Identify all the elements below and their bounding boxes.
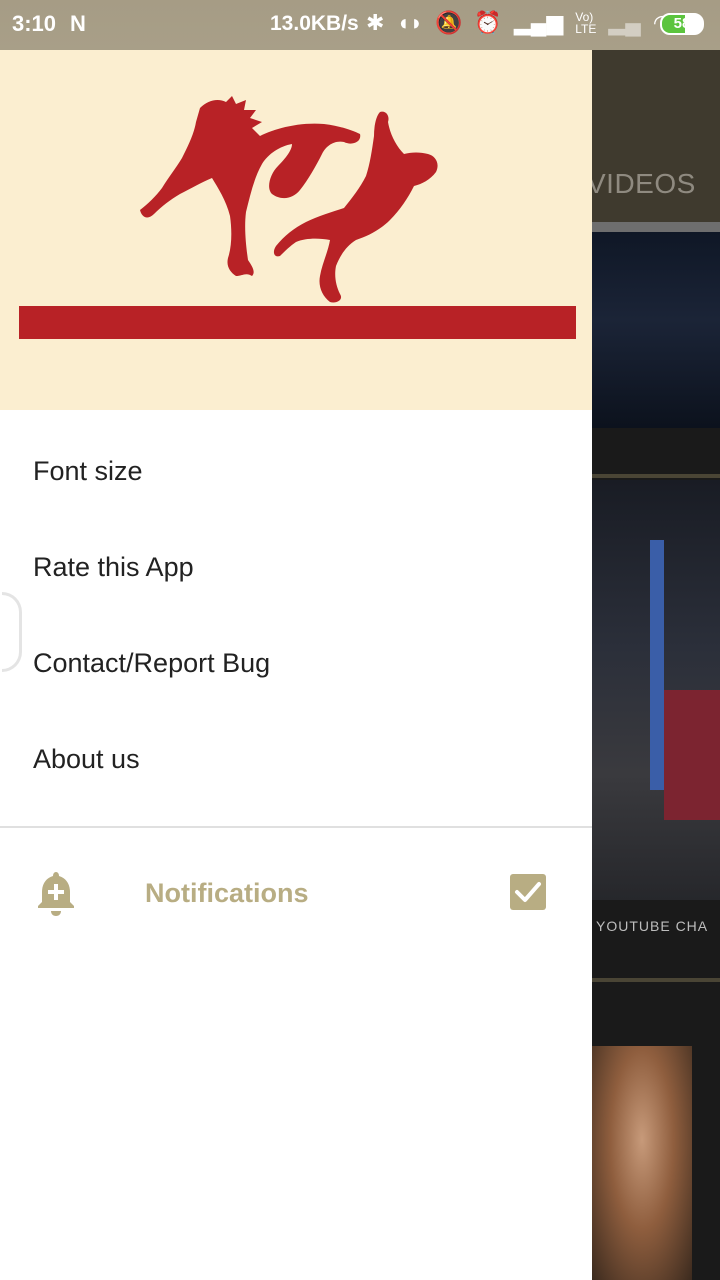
bell-add-icon — [38, 872, 74, 916]
notifications-checkbox[interactable] — [510, 874, 546, 910]
menu-item-contact-report-bug[interactable]: Contact/Report Bug — [0, 620, 592, 710]
list-divider — [592, 474, 720, 478]
ring-rope-image — [664, 690, 720, 820]
menu-item-label: Rate this App — [33, 552, 194, 582]
tab-indicator — [592, 222, 720, 232]
edge-swipe-handle[interactable] — [2, 592, 22, 672]
drawer-divider — [0, 826, 592, 828]
menu-item-label: About us — [33, 744, 140, 774]
ring-post-image — [650, 540, 664, 790]
signal-icon: ▂▄▆ — [513, 10, 564, 35]
drawer-header — [0, 50, 592, 410]
volte-icon: Vo) LTE — [575, 10, 597, 36]
signal2-icon: ▂▄ — [608, 10, 641, 35]
channel-caption: YOUTUBE CHA — [596, 918, 709, 934]
notifications-row[interactable]: Notifications — [0, 850, 592, 940]
battery-icon: 58 — [660, 13, 704, 35]
status-time: 3:10 — [12, 11, 57, 36]
menu-item-about-us[interactable]: About us — [0, 716, 592, 806]
tab-videos[interactable]: VIDEOS — [587, 168, 696, 200]
navigation-drawer: Font size Rate this App Contact/Report B… — [0, 50, 592, 1280]
status-icons: ✱ ◖◗ 🔕 ⏰ ▂▄▆ Vo)LTE ▂▄ ◠ — [366, 10, 672, 36]
status-bar: 3:10 N 13.0KB/s ✱ ◖◗ 🔕 ⏰ ▂▄▆ Vo)LTE ▂▄ ◠… — [0, 0, 720, 50]
video-thumbnail[interactable] — [592, 1046, 692, 1280]
notification-n-icon: N — [70, 11, 86, 36]
network-speed: 13.0KB/s — [270, 12, 359, 35]
menu-item-rate-app[interactable]: Rate this App — [0, 524, 592, 614]
menu-item-label: Contact/Report Bug — [33, 648, 271, 678]
video-thumbnail[interactable] — [592, 232, 720, 428]
alarm-icon: ⏰ — [474, 10, 502, 35]
menu-item-font-size[interactable]: Font size — [0, 428, 592, 518]
wrestlers-logo-icon — [19, 96, 576, 339]
list-divider — [592, 978, 720, 982]
toggle-icon: ◖◗ — [396, 10, 424, 35]
battery-level: 58 — [673, 15, 691, 32]
bluetooth-icon: ✱ — [366, 10, 385, 35]
menu-item-label: Font size — [33, 456, 143, 486]
mute-icon: 🔕 — [435, 10, 463, 35]
checkmark-icon — [515, 882, 541, 902]
notifications-label: Notifications — [145, 878, 309, 908]
